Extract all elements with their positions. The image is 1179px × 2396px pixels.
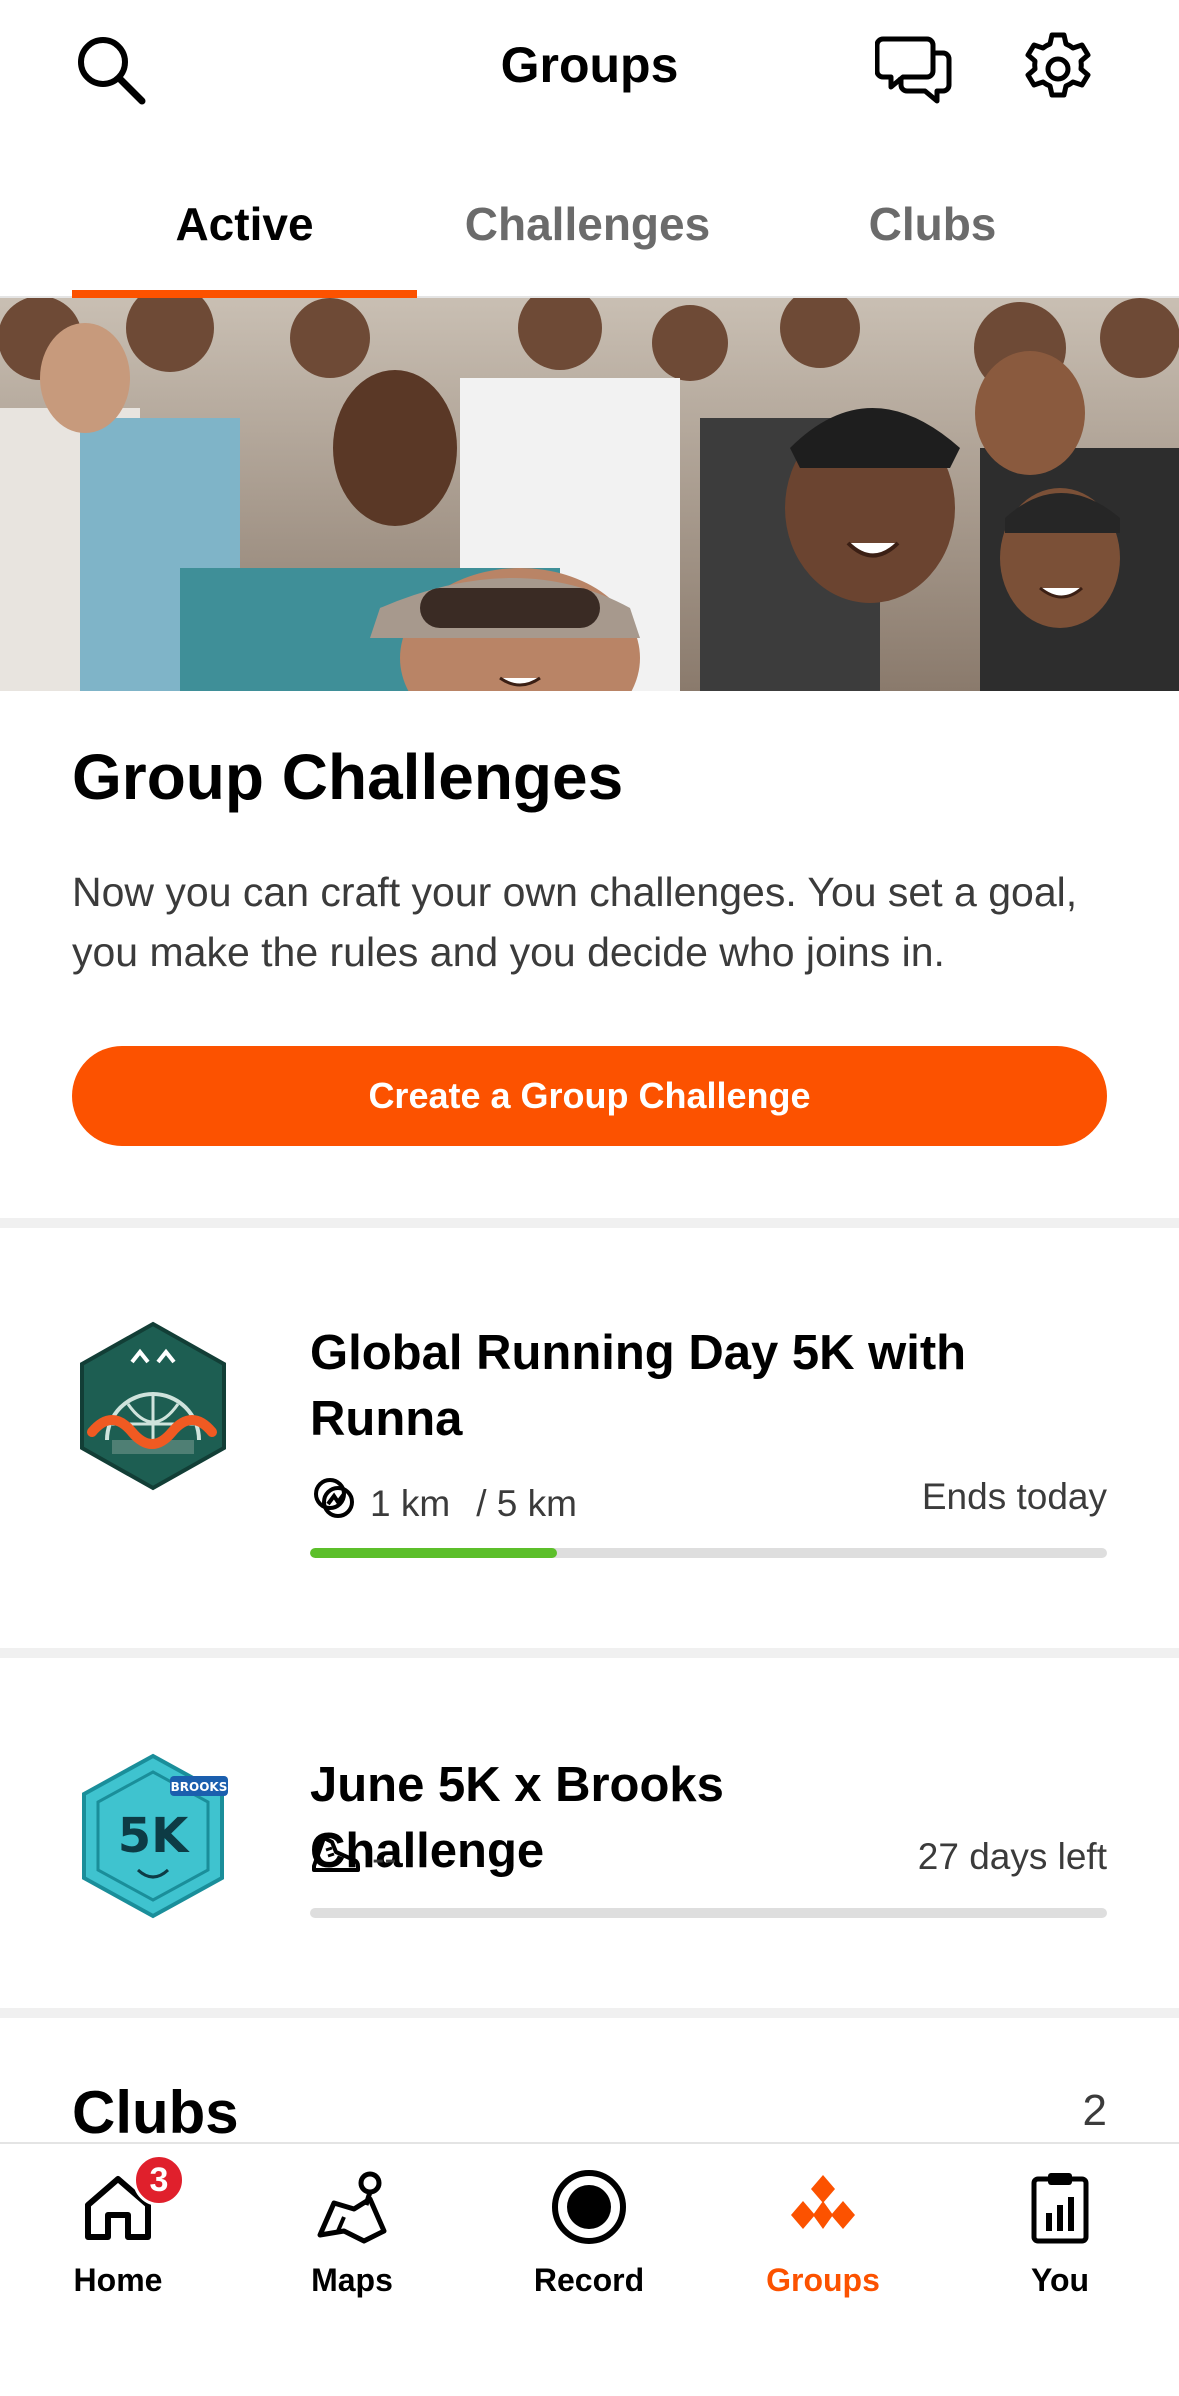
activity-rings-icon <box>310 1474 360 1533</box>
progress-value: 1 km <box>370 1482 451 1524</box>
notification-badge: 3 <box>133 2154 185 2206</box>
nav-label: Home <box>73 2262 163 2298</box>
map-icon <box>307 2162 397 2252</box>
challenge-progress-text: -- <box>310 1830 397 1887</box>
clipboard-stats-icon <box>1015 2162 1105 2252</box>
nav-label: Groups <box>766 2262 880 2298</box>
gear-icon[interactable] <box>1013 24 1103 114</box>
challenge-card-june-5k-brooks[interactable]: 5K BROOKS June 5K x Brooks Challenge -- … <box>0 1658 1179 2008</box>
groups-icon <box>778 2162 868 2252</box>
progress-bar <box>310 1548 1107 1558</box>
progress-value: -- <box>372 1837 397 1879</box>
home-icon: 3 <box>73 2154 185 2252</box>
nav-home[interactable]: 3 Home <box>18 2154 218 2312</box>
tab-active[interactable]: Active <box>72 150 417 298</box>
nav-record[interactable]: Record <box>489 2162 689 2312</box>
section-divider <box>0 1218 1179 1228</box>
time-left: Ends today <box>921 1476 1107 1517</box>
create-group-challenge-button[interactable]: Create a Group Challenge <box>72 1046 1107 1146</box>
nav-label: Maps <box>311 2262 393 2298</box>
nav-label: Record <box>533 2262 645 2298</box>
active-tab-indicator <box>72 290 417 298</box>
group-challenges-title: Group Challenges <box>72 741 624 813</box>
section-divider <box>0 2008 1179 2018</box>
page-title: Groups <box>500 37 679 93</box>
badge-5k-text: 5K <box>118 1808 190 1864</box>
global-running-day-badge-icon <box>72 1320 234 1497</box>
badge-brand-text: BROOKS <box>171 1780 228 1794</box>
tab-bar: Active Challenges Clubs <box>0 150 1179 298</box>
challenge-title: Global Running Day 5K with Runna <box>310 1326 967 1446</box>
nav-you[interactable]: You <box>960 2162 1160 2312</box>
section-divider <box>0 1648 1179 1658</box>
time-left: 27 days left <box>917 1836 1107 1877</box>
challenge-title: June 5K x Brooks Challenge <box>310 1758 724 1878</box>
group-challenges-description: Now you can craft your own challenges. Y… <box>72 869 1078 975</box>
bottom-navigation: 3 Home Maps Record Groups You <box>0 2142 1179 2396</box>
tab-clubs[interactable]: Clubs <box>760 150 1105 298</box>
progress-bar-fill <box>310 1548 558 1558</box>
clubs-section-title: Clubs <box>72 2079 239 2146</box>
nav-groups[interactable]: Groups <box>723 2162 923 2312</box>
running-shoe-icon <box>310 1830 362 1887</box>
hero-image <box>0 298 1179 691</box>
clubs-count: 2 <box>1082 2086 1107 2135</box>
record-icon <box>544 2162 634 2252</box>
progress-bar <box>310 1908 1107 1918</box>
challenge-progress-text: 1 km / 5 km <box>310 1474 577 1533</box>
brooks-5k-badge-icon: 5K BROOKS <box>72 1752 234 1925</box>
chat-icon[interactable] <box>870 24 960 114</box>
tab-challenges[interactable]: Challenges <box>415 150 760 298</box>
top-header: Groups <box>0 0 1179 135</box>
challenge-card-global-running-day[interactable]: Global Running Day 5K with Runna 1 km / … <box>0 1228 1179 1648</box>
progress-goal: / 5 km <box>476 1482 577 1524</box>
nav-label: You <box>1030 2262 1090 2298</box>
nav-maps[interactable]: Maps <box>252 2162 452 2312</box>
